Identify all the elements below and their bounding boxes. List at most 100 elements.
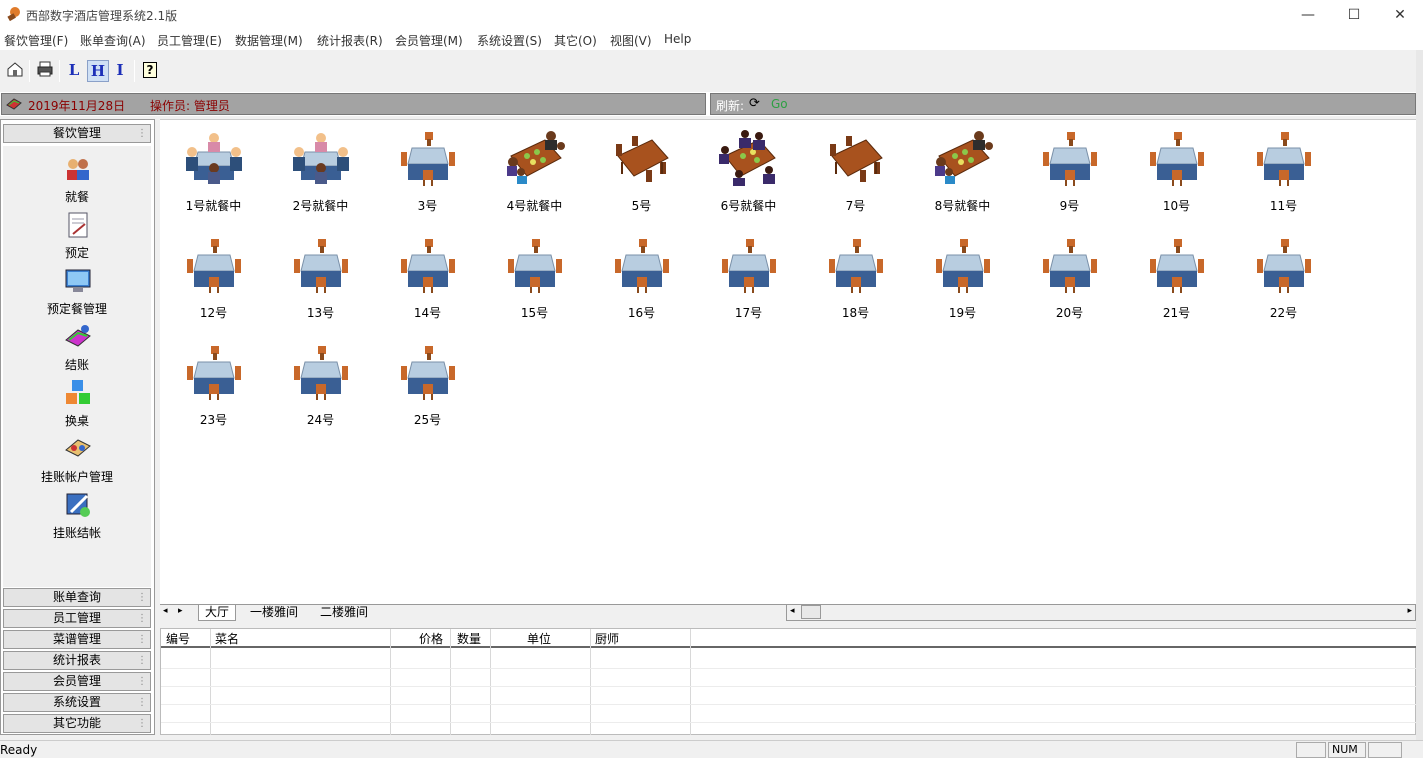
table-5[interactable]: 5号 bbox=[588, 122, 695, 229]
table-21[interactable]: 21号 bbox=[1123, 229, 1230, 336]
current-date: 2019年11月28日 bbox=[28, 99, 126, 113]
table-label: 24号 bbox=[306, 413, 335, 427]
table-24[interactable]: 24号 bbox=[267, 336, 374, 443]
menu-settings[interactable]: 系统设置(S) bbox=[477, 32, 542, 49]
table-11[interactable]: 11号 bbox=[1230, 122, 1337, 229]
menu-data[interactable]: 数据管理(M) bbox=[235, 32, 303, 49]
table-label: 6号就餐中 bbox=[720, 199, 777, 213]
table-label: 16号 bbox=[627, 306, 656, 320]
sidebar-item-dine[interactable]: 就餐 bbox=[3, 154, 151, 210]
table-label: 21号 bbox=[1162, 306, 1191, 320]
table-2[interactable]: 2号就餐中 bbox=[267, 122, 374, 229]
table-25[interactable]: 25号 bbox=[374, 336, 481, 443]
sidebar-item-change-table[interactable]: 换桌 bbox=[3, 378, 151, 434]
diners-icon bbox=[67, 159, 89, 180]
table-19[interactable]: 19号 bbox=[909, 229, 1016, 336]
menu-staff[interactable]: 员工管理(E) bbox=[157, 32, 222, 49]
tab-scroll-left-icon[interactable]: ◂ bbox=[163, 606, 168, 616]
tab-hall[interactable]: 大厅 bbox=[198, 605, 237, 621]
scroll-thumb[interactable] bbox=[801, 605, 821, 619]
operator-label: 操作员: 管理员 bbox=[150, 99, 230, 113]
sidebar-item-credit-account[interactable]: 挂账帐户管理 bbox=[3, 434, 151, 490]
table-12[interactable]: 12号 bbox=[160, 229, 267, 336]
info-bar: 2019年11月28日 操作员: 管理员 刷新: ⟳ Go bbox=[0, 92, 1423, 116]
tab-floor1[interactable]: 一楼雅间 bbox=[244, 605, 304, 621]
table-label: 20号 bbox=[1055, 306, 1084, 320]
scroll-right-icon[interactable]: ▸ bbox=[1407, 606, 1412, 616]
sidebar-item-credit-settle[interactable]: 挂账结帐 bbox=[3, 490, 151, 546]
table-4[interactable]: 4号就餐中 bbox=[481, 122, 588, 229]
table-20[interactable]: 20号 bbox=[1016, 229, 1123, 336]
table-13[interactable]: 13号 bbox=[267, 229, 374, 336]
grid-col-divider bbox=[590, 629, 591, 735]
layout-l-button[interactable]: L bbox=[63, 60, 85, 82]
sidebar-group-bills[interactable]: 账单查询 ⋮ bbox=[3, 588, 151, 607]
horizontal-scrollbar[interactable]: ◂ ▸ bbox=[786, 604, 1416, 621]
sidebar-group-staff[interactable]: 员工管理 ⋮ bbox=[3, 609, 151, 628]
status-num: NUM bbox=[1328, 742, 1366, 758]
grid-row-line bbox=[161, 686, 1417, 687]
help-icon[interactable]: ? bbox=[139, 60, 161, 82]
col-unit: 单位 bbox=[527, 632, 552, 646]
grid-row-line bbox=[161, 722, 1417, 723]
table-label: 23号 bbox=[199, 413, 228, 427]
menu-members[interactable]: 会员管理(M) bbox=[395, 32, 463, 49]
table-18[interactable]: 18号 bbox=[802, 229, 909, 336]
sidebar-group-other[interactable]: 其它功能 ⋮ bbox=[3, 714, 151, 733]
table-label: 5号 bbox=[631, 199, 652, 213]
table-15[interactable]: 15号 bbox=[481, 229, 588, 336]
table-14[interactable]: 14号 bbox=[374, 229, 481, 336]
status-pane bbox=[1368, 742, 1402, 758]
sidebar-item-reserve[interactable]: 预定 bbox=[3, 210, 151, 266]
sidebar-item-checkout[interactable]: 结账 bbox=[3, 322, 151, 378]
sidebar-group-members[interactable]: 会员管理 ⋮ bbox=[3, 672, 151, 691]
layout-h-button[interactable]: H bbox=[87, 60, 109, 82]
refresh-icon[interactable]: ⟳ bbox=[749, 96, 760, 111]
grid-col-divider bbox=[450, 629, 451, 735]
table-6[interactable]: 6号就餐中 bbox=[695, 122, 802, 229]
calendar-icon bbox=[6, 98, 22, 110]
table-3[interactable]: 3号 bbox=[374, 122, 481, 229]
minimize-button[interactable]: — bbox=[1285, 0, 1331, 30]
layout-i-button[interactable]: I bbox=[109, 60, 131, 82]
refresh-go-link[interactable]: Go bbox=[771, 97, 788, 111]
tab-scroll-right-icon[interactable]: ▸ bbox=[178, 606, 183, 616]
print-icon[interactable] bbox=[34, 60, 56, 82]
table-label: 22号 bbox=[1269, 306, 1298, 320]
table-22[interactable]: 22号 bbox=[1230, 229, 1337, 336]
table-map: 1号就餐中 2号就餐中 3号 4号就餐中 5号 6号就餐中 7号 8号就餐中 9号 10号 11号 1… bbox=[160, 119, 1416, 604]
menu-other[interactable]: 其它(O) bbox=[554, 32, 597, 49]
menu-help[interactable]: Help bbox=[664, 32, 691, 46]
tab-floor2[interactable]: 二楼雅间 bbox=[314, 605, 374, 621]
status-ready: Ready bbox=[0, 743, 38, 757]
menu-reports[interactable]: 统计报表(R) bbox=[317, 32, 383, 49]
sidebar-group-dining[interactable]: 餐饮管理 ⋮ bbox=[3, 124, 151, 143]
order-grid: 编号 菜名 价格 数量 单位 厨师 bbox=[160, 628, 1417, 735]
monitor-icon bbox=[65, 269, 91, 292]
table-16[interactable]: 16号 bbox=[588, 229, 695, 336]
maximize-button[interactable]: ☐ bbox=[1331, 0, 1377, 30]
table-1[interactable]: 1号就餐中 bbox=[160, 122, 267, 229]
home-icon[interactable] bbox=[4, 60, 26, 82]
table-10[interactable]: 10号 bbox=[1123, 122, 1230, 229]
window-right-edge bbox=[1416, 50, 1423, 750]
menu-bills[interactable]: 账单查询(A) bbox=[80, 32, 146, 49]
checkout-icon bbox=[65, 325, 91, 347]
sidebar-group-settings[interactable]: 系统设置 ⋮ bbox=[3, 693, 151, 712]
table-label: 7号 bbox=[845, 199, 866, 213]
close-button[interactable]: ✕ bbox=[1377, 0, 1423, 30]
table-8[interactable]: 8号就餐中 bbox=[909, 122, 1016, 229]
sidebar-dining-items: 就餐 预定 预定餐管理 结账 换桌 挂账帐户管理 挂账结帐 bbox=[3, 146, 151, 587]
sidebar-item-reserve-manage[interactable]: 预定餐管理 bbox=[3, 266, 151, 322]
table-label: 17号 bbox=[734, 306, 763, 320]
table-9[interactable]: 9号 bbox=[1016, 122, 1123, 229]
scroll-left-icon[interactable]: ◂ bbox=[790, 606, 795, 616]
info-right-panel: 刷新: ⟳ Go bbox=[710, 93, 1416, 115]
menu-view[interactable]: 视图(V) bbox=[610, 32, 652, 49]
table-23[interactable]: 23号 bbox=[160, 336, 267, 443]
sidebar-group-menu[interactable]: 菜谱管理 ⋮ bbox=[3, 630, 151, 649]
sidebar-group-reports[interactable]: 统计报表 ⋮ bbox=[3, 651, 151, 670]
table-7[interactable]: 7号 bbox=[802, 122, 909, 229]
table-17[interactable]: 17号 bbox=[695, 229, 802, 336]
menu-dining[interactable]: 餐饮管理(F) bbox=[4, 32, 68, 49]
